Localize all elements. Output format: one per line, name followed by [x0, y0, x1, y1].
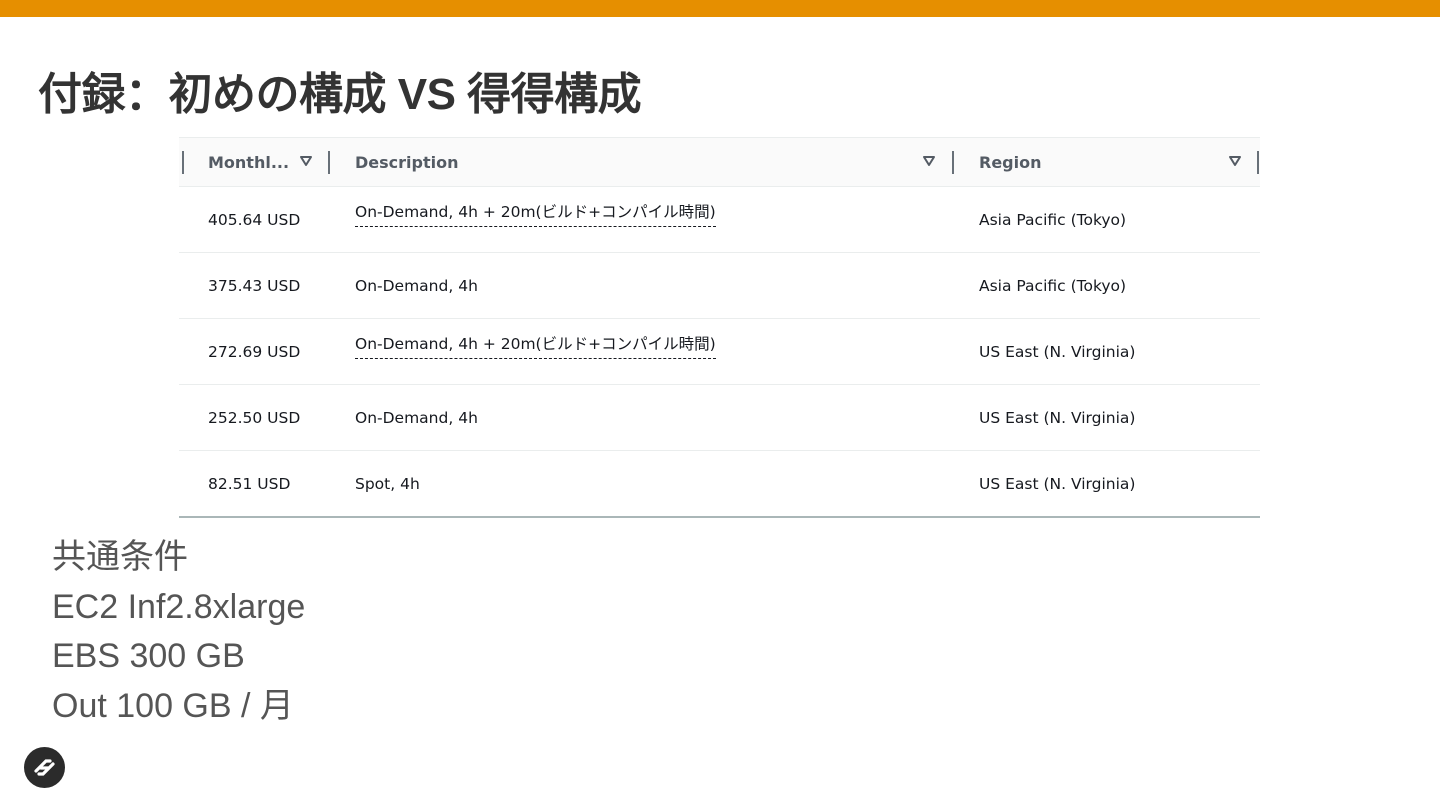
conditions-heading: 共通条件	[52, 538, 188, 576]
monthly-cost-cell: 252.50 USD	[208, 408, 301, 427]
brand-logo-icon	[24, 747, 65, 788]
column-resizer[interactable]	[1257, 151, 1259, 174]
column-header-monthly[interactable]: Monthl...	[208, 138, 289, 186]
monthly-cost-cell: 272.69 USD	[208, 342, 301, 361]
region-cell: Asia Pacific (Tokyo)	[979, 276, 1127, 295]
column-resizer[interactable]	[182, 151, 184, 174]
description-cell: On-Demand, 4h + 20m(ビルド+コンパイル時間)	[355, 319, 716, 384]
column-header-label: Description	[355, 152, 459, 172]
table-row[interactable]: 272.69 USD On-Demand, 4h + 20m(ビルド+コンパイル…	[179, 319, 1260, 385]
pricing-table: Monthl... Description Region 405.64 USD …	[179, 137, 1260, 518]
description-tooltip-trigger[interactable]: On-Demand, 4h + 20m(ビルド+コンパイル時間)	[355, 200, 716, 227]
region-cell: Asia Pacific (Tokyo)	[979, 210, 1127, 229]
table-row[interactable]: 405.64 USD On-Demand, 4h + 20m(ビルド+コンパイル…	[179, 187, 1260, 253]
sort-triangle-down-icon[interactable]	[299, 154, 313, 168]
common-conditions: 共通条件 EC2 Inf2.8xlarge EBS 300 GB Out 100…	[52, 533, 305, 731]
table-row[interactable]: 82.51 USD Spot, 4h US East (N. Virginia)	[179, 451, 1260, 518]
region-cell: US East (N. Virginia)	[979, 342, 1136, 361]
description-cell: On-Demand, 4h + 20m(ビルド+コンパイル時間)	[355, 187, 716, 252]
description-cell: On-Demand, 4h	[355, 408, 478, 427]
column-resizer[interactable]	[952, 151, 954, 174]
column-resizer[interactable]	[328, 151, 330, 174]
table-row[interactable]: 375.43 USD On-Demand, 4h Asia Pacific (T…	[179, 253, 1260, 319]
slide-title: 付録：初めの構成 VS 得得構成	[38, 70, 642, 119]
conditions-line: EBS 300 GB	[52, 637, 245, 675]
monthly-cost-cell: 375.43 USD	[208, 276, 301, 295]
conditions-line: EC2 Inf2.8xlarge	[52, 587, 306, 626]
sort-triangle-down-icon[interactable]	[1228, 154, 1242, 168]
region-cell: US East (N. Virginia)	[979, 474, 1136, 493]
column-header-region[interactable]: Region	[979, 138, 1042, 186]
monthly-cost-cell: 82.51 USD	[208, 474, 291, 493]
table-header: Monthl... Description Region	[179, 137, 1260, 187]
sort-triangle-down-icon[interactable]	[922, 154, 936, 168]
description-cell: Spot, 4h	[355, 474, 420, 493]
conditions-line: Out 100 GB / 月	[52, 686, 294, 725]
column-header-label: Monthl...	[208, 152, 290, 172]
monthly-cost-cell: 405.64 USD	[208, 210, 301, 229]
table-row[interactable]: 252.50 USD On-Demand, 4h US East (N. Vir…	[179, 385, 1260, 451]
region-cell: US East (N. Virginia)	[979, 408, 1136, 427]
description-tooltip-trigger[interactable]: On-Demand, 4h + 20m(ビルド+コンパイル時間)	[355, 332, 716, 359]
top-accent-bar	[0, 0, 1440, 17]
description-cell: On-Demand, 4h	[355, 276, 478, 295]
column-header-label: Region	[979, 152, 1042, 172]
column-header-description[interactable]: Description	[355, 138, 458, 186]
